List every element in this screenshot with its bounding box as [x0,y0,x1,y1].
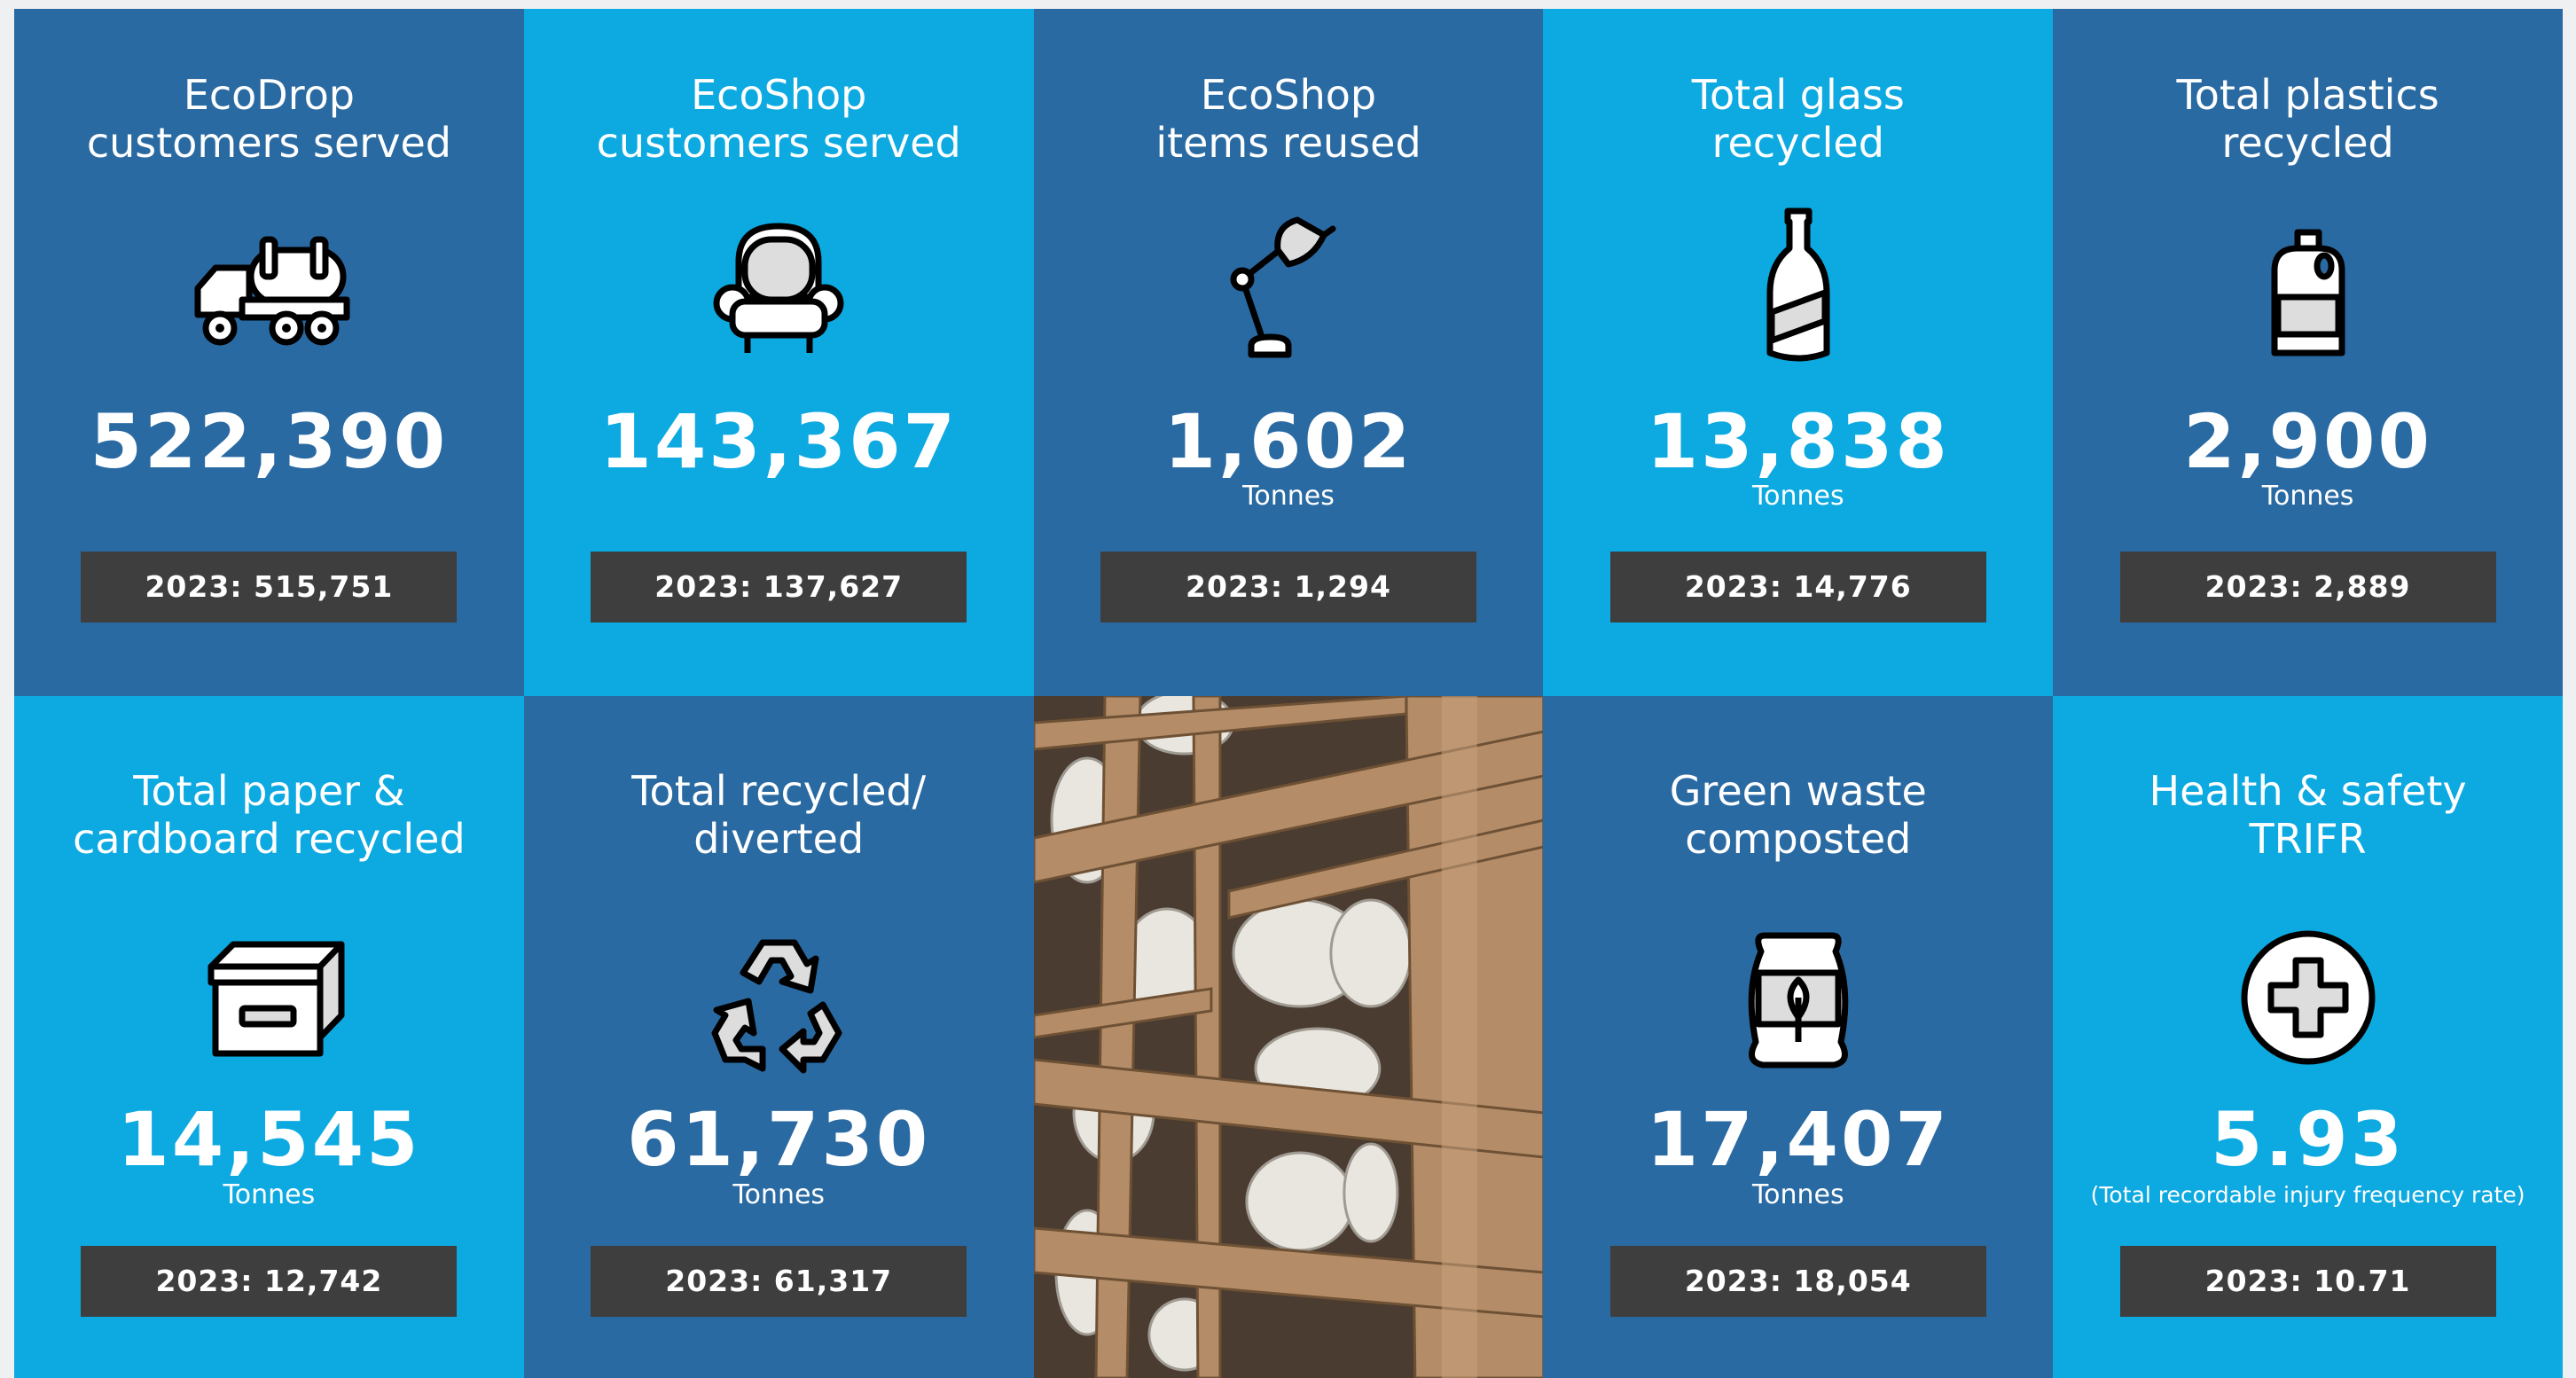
previous-year-badge: 2023: 14,776 [1609,552,1986,622]
tile-ecodrop-customers: EcoDrop customers served 522,390 2023: 5… [14,9,524,696]
stat-unit: Tonnes [1751,1179,1844,1210]
previous-year-badge: 2023: 515,751 [81,552,458,622]
tile-title: Total recycled/ diverted [631,767,927,863]
tile-title: EcoShop customers served [596,71,961,167]
tile-ecoshop-items-reused: EcoShop items reused 1,602 Tonnes 2023: … [1033,9,1544,696]
cardboard-box-icon [180,909,357,1086]
tile-ecoshop-customers: EcoShop customers served 143,367 2023: 1… [523,9,1034,696]
stat-value: 61,730 [627,1096,931,1183]
tile-title: Total plastics recycled [2176,71,2439,167]
tile-green-waste-composted: Green waste composted 17,407 Tonnes 2023… [1543,696,2054,1378]
stat-value: 522,390 [90,398,449,485]
tile-title: Health & safety TRIFR [2149,767,2467,863]
stat-value: 14,545 [117,1096,421,1183]
previous-year-badge: 2023: 12,742 [81,1246,458,1317]
stat-unit: (Total recordable injury frequency rate) [2090,1182,2525,1208]
previous-year-badge: 2023: 137,627 [591,552,967,622]
tile-plastics-recycled: Total plastics recycled 2,900 Tonnes 202… [2053,9,2563,696]
armchair-icon [690,195,867,372]
stat-value: 17,407 [1646,1096,1950,1183]
previous-year-badge: 2023: 1,294 [1100,552,1476,622]
stat-value: 5.93 [2210,1096,2406,1183]
first-aid-cross-icon [2220,909,2397,1086]
stat-value: 143,367 [599,398,958,485]
tile-glass-recycled: Total glass recycled 13,838 Tonnes 2023:… [1543,9,2054,696]
stat-unit: Tonnes [1242,481,1335,512]
previous-year-badge: 2023: 10.71 [2119,1246,2496,1317]
plastic-jug-icon [2220,195,2397,372]
compost-bag-icon [1710,909,1887,1086]
tile-total-recycled-diverted: Total recycled/ diverted 61,730 Tonnes 2… [523,696,1034,1378]
tile-title: EcoShop items reused [1155,71,1421,167]
recycle-icon [690,909,867,1086]
tile-title: Total paper & cardboard recycled [73,767,466,863]
tile-title: Green waste composted [1669,767,1927,863]
stat-unit: Tonnes [732,1179,826,1210]
gas-bottles-in-wooden-crates-photo [1033,696,1544,1378]
desk-lamp-icon [1200,195,1377,372]
tile-title: Total glass recycled [1691,71,1905,167]
stat-unit: Tonnes [2261,481,2354,512]
tile-paper-cardboard-recycled: Total paper & cardboard recycled 14,545 … [14,696,524,1378]
stats-grid: EcoDrop customers served 522,390 2023: 5… [14,9,2563,1378]
stat-value: 1,602 [1163,398,1413,485]
tile-title: EcoDrop customers served [86,71,451,167]
previous-year-badge: 2023: 18,054 [1609,1246,1986,1317]
glass-bottle-icon [1710,195,1887,372]
previous-year-badge: 2023: 61,317 [591,1246,967,1317]
previous-year-badge: 2023: 2,889 [2119,552,2496,622]
stat-unit: Tonnes [223,1179,316,1210]
tanker-truck-icon [180,195,357,372]
stat-unit: Tonnes [1751,481,1844,512]
tile-health-safety-trifr: Health & safety TRIFR 5.93 (Total record… [2053,696,2563,1378]
stat-value: 13,838 [1646,398,1950,485]
stat-value: 2,900 [2183,398,2432,485]
